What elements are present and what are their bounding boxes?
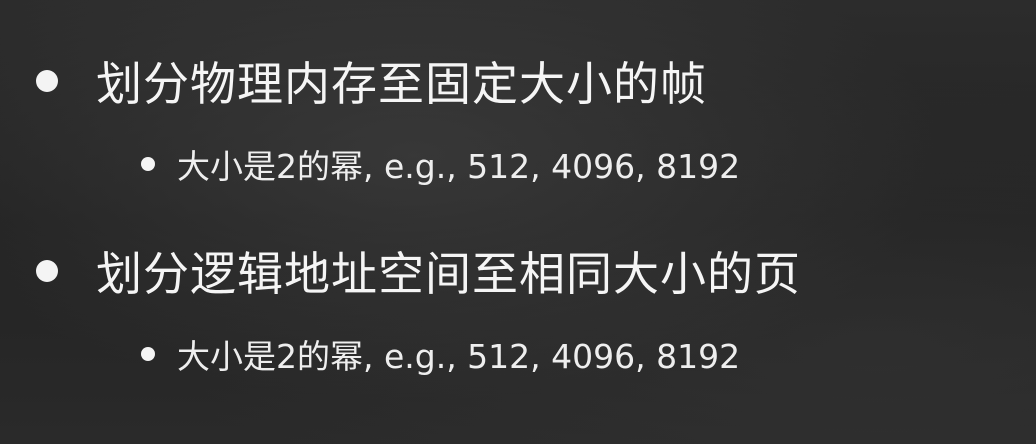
sub-bullet-point-1-text: 大小是2的幂, e.g., 512, 4096, 8192 xyxy=(177,147,741,186)
sub-bullet-point-2-text: 大小是2的幂, e.g., 512, 4096, 8192 xyxy=(177,337,741,376)
sub-bullet-point-1: 大小是2的幂, e.g., 512, 4096, 8192 xyxy=(141,140,740,188)
slide: 划分物理内存至固定大小的帧 大小是2的幂, e.g., 512, 4096, 8… xyxy=(0,0,1036,444)
bullet-dot-icon xyxy=(36,260,58,282)
bullet-point-2: 划分逻辑地址空间至相同大小的页 xyxy=(36,238,801,304)
sub-bullet-dot-icon xyxy=(141,347,155,361)
sub-bullet-dot-icon xyxy=(141,157,155,171)
sub-bullet-point-2: 大小是2的幂, e.g., 512, 4096, 8192 xyxy=(141,330,740,378)
bullet-point-2-text: 划分逻辑地址空间至相同大小的页 xyxy=(96,247,801,301)
bullet-dot-icon xyxy=(36,70,58,92)
bullet-point-1-text: 划分物理内存至固定大小的帧 xyxy=(96,57,707,111)
bullet-point-1: 划分物理内存至固定大小的帧 xyxy=(36,48,707,114)
